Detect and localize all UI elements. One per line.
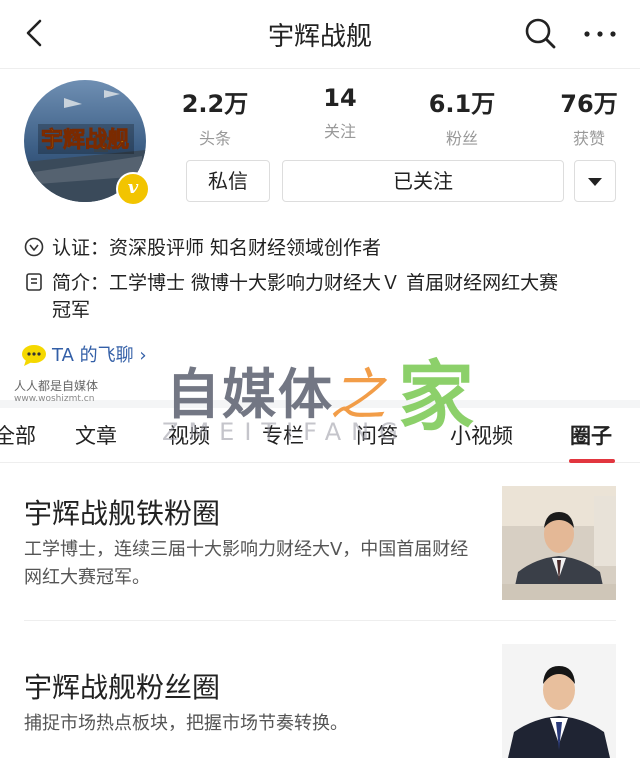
dropdown-button[interactable] bbox=[574, 160, 616, 202]
stat-label: 关注 bbox=[323, 122, 356, 141]
search-icon[interactable] bbox=[523, 16, 557, 50]
intro-label: 简介： bbox=[52, 272, 110, 294]
more-dots-icon[interactable] bbox=[582, 22, 618, 46]
chat-bubble-icon bbox=[22, 345, 46, 366]
chat-label: TA 的飞聊 bbox=[52, 345, 134, 366]
feiliao-chat-link[interactable]: TA 的飞聊 › bbox=[20, 341, 147, 367]
watermark-slogan: 人人都是自媒体 bbox=[14, 379, 99, 393]
triangle-down-icon bbox=[588, 178, 602, 186]
circle-thumbnail bbox=[502, 644, 616, 758]
active-tab-indicator bbox=[569, 459, 615, 463]
stat-label: 头条 bbox=[198, 129, 231, 148]
card-divider bbox=[24, 620, 616, 621]
verified-badge-icon: v bbox=[116, 172, 150, 206]
stat-likes[interactable]: 76万 获赞 bbox=[539, 84, 639, 149]
watermark-brand-jia: 家 bbox=[398, 352, 474, 441]
circle-description: 捕捉市场热点板块，把握市场节奏转换。 bbox=[24, 713, 348, 734]
cert-label: 认证： bbox=[52, 237, 110, 259]
watermark-pinyin: ZMEITIFANG bbox=[162, 418, 408, 446]
stat-following[interactable]: 14 关注 bbox=[290, 84, 390, 142]
stat-value: 14 bbox=[323, 84, 357, 112]
tab-all[interactable]: 全部 bbox=[0, 420, 36, 450]
certification-row: 认证：资深股评师 知名财经领域创作者 bbox=[24, 235, 381, 262]
stat-value: 2.2万 bbox=[181, 90, 249, 118]
stat-fans[interactable]: 6.1万 粉丝 bbox=[412, 84, 512, 149]
circle-thumbnail bbox=[502, 486, 616, 600]
stat-value: 6.1万 bbox=[428, 90, 496, 118]
chevron-right-icon: › bbox=[139, 345, 147, 366]
intro-value-continued: 冠军 bbox=[52, 299, 91, 321]
circle-card[interactable]: 宇辉战舰铁粉圈 工学博士，连续三届十大影响力财经大V，中国首届财经网红大赛冠军。 bbox=[0, 470, 640, 620]
avatar-logo-text: 宇辉战舰 bbox=[41, 127, 129, 153]
stat-label: 获赞 bbox=[572, 129, 605, 148]
intro-row: 简介：工学博士 微博十大影响力财经大Ｖ 首届财经网红大赛 bbox=[24, 270, 558, 297]
circle-title: 宇辉战舰铁粉圈 bbox=[24, 497, 221, 530]
intro-value: 工学博士 微博十大影响力财经大Ｖ 首届财经网红大赛 bbox=[109, 272, 559, 294]
verified-circle-icon bbox=[24, 237, 44, 257]
circle-title: 宇辉战舰粉丝圈 bbox=[24, 671, 221, 704]
top-nav-bar: 宇辉战舰 bbox=[0, 0, 640, 69]
tab-articles[interactable]: 文章 bbox=[75, 420, 117, 450]
message-button[interactable]: 私信 bbox=[186, 160, 270, 202]
stat-label: 粉丝 bbox=[445, 129, 478, 148]
stat-value: 76万 bbox=[560, 90, 618, 118]
stat-articles[interactable]: 2.2万 头条 bbox=[165, 84, 265, 149]
circle-card[interactable]: 宇辉战舰粉丝圈 捕捉市场热点板块，把握市场节奏转换。 bbox=[0, 630, 640, 780]
cert-value: 资深股评师 知名财经领域创作者 bbox=[109, 237, 382, 259]
watermark-url: www.woshizmt.cn bbox=[14, 394, 95, 404]
circle-description: 工学博士，连续三届十大影响力财经大V，中国首届财经网红大赛冠军。 bbox=[24, 539, 469, 588]
document-icon bbox=[26, 273, 42, 291]
tab-circles[interactable]: 圈子 bbox=[570, 420, 612, 450]
following-button[interactable]: 已关注 bbox=[282, 160, 564, 202]
